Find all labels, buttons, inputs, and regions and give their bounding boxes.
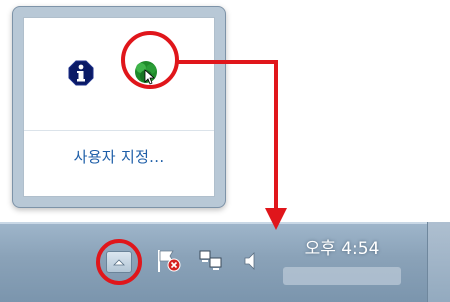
customize-link[interactable]: 사용자 지정... xyxy=(24,146,214,170)
info-icon[interactable] xyxy=(68,60,94,86)
clock-time: 오후 4:54 xyxy=(304,239,380,259)
popup-content: 사용자 지정... xyxy=(23,17,215,197)
volume-icon[interactable] xyxy=(242,250,258,272)
show-hidden-icons-button[interactable] xyxy=(106,251,132,273)
taskbar-highlight xyxy=(0,222,450,224)
popup-divider xyxy=(24,130,214,131)
network-tray-icon[interactable] xyxy=(198,248,224,274)
chevron-up-icon xyxy=(113,259,125,266)
show-desktop-button[interactable] xyxy=(427,222,450,302)
taskbar-clock[interactable]: 오후 4:54 xyxy=(272,234,412,285)
action-center-flag-icon[interactable] xyxy=(155,248,183,274)
clock-date-redacted xyxy=(283,267,401,285)
notification-area-overflow-popup: 사용자 지정... xyxy=(12,6,226,208)
network-icon[interactable] xyxy=(131,58,161,88)
hidden-icons-grid xyxy=(24,18,214,130)
